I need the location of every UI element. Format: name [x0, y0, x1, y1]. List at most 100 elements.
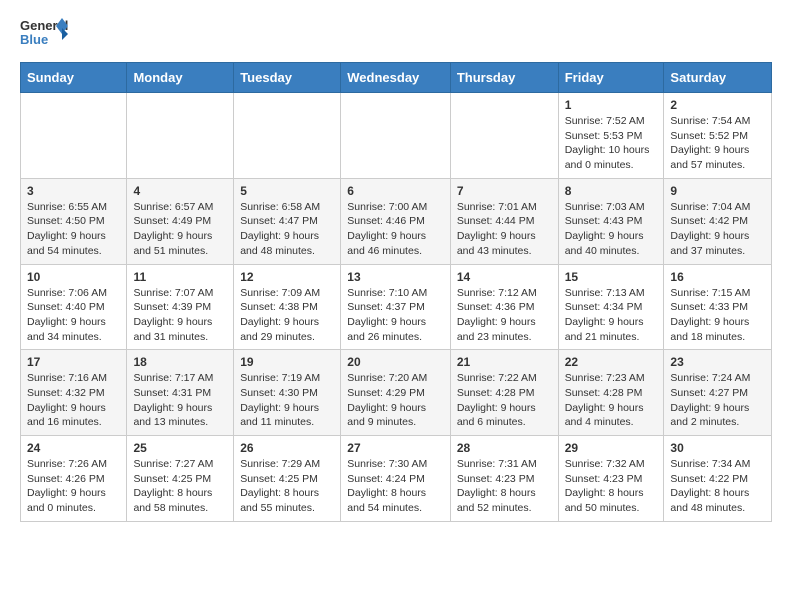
day-number: 30 — [670, 441, 765, 455]
day-number: 18 — [133, 355, 227, 369]
day-info: Sunrise: 7:00 AM Sunset: 4:46 PM Dayligh… — [347, 200, 444, 259]
day-info: Sunrise: 7:23 AM Sunset: 4:28 PM Dayligh… — [565, 371, 658, 430]
day-cell: 15Sunrise: 7:13 AM Sunset: 4:34 PM Dayli… — [558, 264, 664, 350]
day-cell: 22 Sunrise: 7:23 AM Sunset: 4:28 PM Dayli… — [558, 350, 664, 436]
day-number: 8 — [565, 184, 658, 198]
day-cell: 3 Sunrise: 6:55 AM Sunset: 4:50 PM Daylig… — [21, 178, 127, 264]
logo: General Blue — [20, 16, 68, 52]
day-info: Sunrise: 7:16 AM Sunset: 4:32 PM Dayligh… — [27, 371, 120, 430]
day-cell — [450, 93, 558, 179]
day-info: Sunrise: 7:03 AM Sunset: 4:43 PM Dayligh… — [565, 200, 658, 259]
day-info: Sunrise: 7:15 AM Sunset: 4:33 PM Dayligh… — [670, 286, 765, 345]
day-cell: 7 Sunrise: 7:01 AM Sunset: 4:44 PM Daylig… — [450, 178, 558, 264]
day-cell — [341, 93, 451, 179]
day-cell: 16 Sunrise: 7:15 AM Sunset: 4:33 PM Dayli… — [664, 264, 772, 350]
week-row-2: 3 Sunrise: 6:55 AM Sunset: 4:50 PM Daylig… — [21, 178, 772, 264]
weekday-header-row: SundayMondayTuesdayWednesdayThursdayFrid… — [21, 63, 772, 93]
day-info: Sunrise: 7:32 AM Sunset: 4:23 PM Dayligh… — [565, 457, 658, 516]
day-info: Sunrise: 7:30 AM Sunset: 4:24 PM Dayligh… — [347, 457, 444, 516]
day-number: 1 — [565, 98, 658, 112]
day-cell: 29 Sunrise: 7:32 AM Sunset: 4:23 PM Dayli… — [558, 436, 664, 522]
day-number: 17 — [27, 355, 120, 369]
day-cell: 30Sunrise: 7:34 AM Sunset: 4:22 PM Dayli… — [664, 436, 772, 522]
day-info: Sunrise: 7:01 AM Sunset: 4:44 PM Dayligh… — [457, 200, 552, 259]
day-number: 29 — [565, 441, 658, 455]
day-info: Sunrise: 7:17 AM Sunset: 4:31 PM Dayligh… — [133, 371, 227, 430]
day-cell: 18 Sunrise: 7:17 AM Sunset: 4:31 PM Dayli… — [127, 350, 234, 436]
day-number: 23 — [670, 355, 765, 369]
day-number: 3 — [27, 184, 120, 198]
day-cell — [234, 93, 341, 179]
day-info: Sunrise: 7:12 AM Sunset: 4:36 PM Dayligh… — [457, 286, 552, 345]
weekday-header-thursday: Thursday — [450, 63, 558, 93]
day-info: Sunrise: 7:20 AM Sunset: 4:29 PM Dayligh… — [347, 371, 444, 430]
weekday-header-friday: Friday — [558, 63, 664, 93]
weekday-header-tuesday: Tuesday — [234, 63, 341, 93]
day-cell: 6 Sunrise: 7:00 AM Sunset: 4:46 PM Daylig… — [341, 178, 451, 264]
day-info: Sunrise: 7:24 AM Sunset: 4:27 PM Dayligh… — [670, 371, 765, 430]
day-info: Sunrise: 7:19 AM Sunset: 4:30 PM Dayligh… — [240, 371, 334, 430]
day-number: 7 — [457, 184, 552, 198]
day-number: 22 — [565, 355, 658, 369]
logo-icon: General Blue — [20, 16, 68, 52]
week-row-1: 1Sunrise: 7:52 AM Sunset: 5:53 PM Daylig… — [21, 93, 772, 179]
week-row-3: 10 Sunrise: 7:06 AM Sunset: 4:40 PM Dayli… — [21, 264, 772, 350]
day-info: Sunrise: 7:22 AM Sunset: 4:28 PM Dayligh… — [457, 371, 552, 430]
day-number: 4 — [133, 184, 227, 198]
day-number: 20 — [347, 355, 444, 369]
day-info: Sunrise: 6:55 AM Sunset: 4:50 PM Dayligh… — [27, 200, 120, 259]
day-cell: 24 Sunrise: 7:26 AM Sunset: 4:26 PM Dayli… — [21, 436, 127, 522]
day-cell: 20 Sunrise: 7:20 AM Sunset: 4:29 PM Dayli… — [341, 350, 451, 436]
day-cell: 1Sunrise: 7:52 AM Sunset: 5:53 PM Daylig… — [558, 93, 664, 179]
day-info: Sunrise: 6:57 AM Sunset: 4:49 PM Dayligh… — [133, 200, 227, 259]
day-info: Sunrise: 7:27 AM Sunset: 4:25 PM Dayligh… — [133, 457, 227, 516]
svg-text:Blue: Blue — [20, 32, 48, 47]
day-number: 27 — [347, 441, 444, 455]
day-cell: 2 Sunrise: 7:54 AM Sunset: 5:52 PM Daylig… — [664, 93, 772, 179]
day-info: Sunrise: 7:31 AM Sunset: 4:23 PM Dayligh… — [457, 457, 552, 516]
day-info: Sunrise: 7:26 AM Sunset: 4:26 PM Dayligh… — [27, 457, 120, 516]
day-number: 24 — [27, 441, 120, 455]
day-info: Sunrise: 7:10 AM Sunset: 4:37 PM Dayligh… — [347, 286, 444, 345]
day-number: 19 — [240, 355, 334, 369]
day-cell: 21 Sunrise: 7:22 AM Sunset: 4:28 PM Dayli… — [450, 350, 558, 436]
day-number: 14 — [457, 270, 552, 284]
day-number: 5 — [240, 184, 334, 198]
day-number: 6 — [347, 184, 444, 198]
day-cell — [21, 93, 127, 179]
day-info: Sunrise: 7:06 AM Sunset: 4:40 PM Dayligh… — [27, 286, 120, 345]
day-info: Sunrise: 7:29 AM Sunset: 4:25 PM Dayligh… — [240, 457, 334, 516]
weekday-header-wednesday: Wednesday — [341, 63, 451, 93]
day-number: 13 — [347, 270, 444, 284]
day-info: Sunrise: 6:58 AM Sunset: 4:47 PM Dayligh… — [240, 200, 334, 259]
day-number: 21 — [457, 355, 552, 369]
day-cell: 13 Sunrise: 7:10 AM Sunset: 4:37 PM Dayli… — [341, 264, 451, 350]
day-number: 10 — [27, 270, 120, 284]
week-row-4: 17 Sunrise: 7:16 AM Sunset: 4:32 PM Dayli… — [21, 350, 772, 436]
day-cell: 9Sunrise: 7:04 AM Sunset: 4:42 PM Daylig… — [664, 178, 772, 264]
day-number: 15 — [565, 270, 658, 284]
day-info: Sunrise: 7:09 AM Sunset: 4:38 PM Dayligh… — [240, 286, 334, 345]
day-number: 26 — [240, 441, 334, 455]
day-number: 11 — [133, 270, 227, 284]
day-cell: 14 Sunrise: 7:12 AM Sunset: 4:36 PM Dayli… — [450, 264, 558, 350]
weekday-header-saturday: Saturday — [664, 63, 772, 93]
day-number: 12 — [240, 270, 334, 284]
day-cell: 26 Sunrise: 7:29 AM Sunset: 4:25 PM Dayli… — [234, 436, 341, 522]
day-cell: 28 Sunrise: 7:31 AM Sunset: 4:23 PM Dayli… — [450, 436, 558, 522]
day-info: Sunrise: 7:07 AM Sunset: 4:39 PM Dayligh… — [133, 286, 227, 345]
day-number: 16 — [670, 270, 765, 284]
day-number: 28 — [457, 441, 552, 455]
day-cell — [127, 93, 234, 179]
day-number: 2 — [670, 98, 765, 112]
day-cell: 11 Sunrise: 7:07 AM Sunset: 4:39 PM Dayli… — [127, 264, 234, 350]
day-cell: 23 Sunrise: 7:24 AM Sunset: 4:27 PM Dayli… — [664, 350, 772, 436]
weekday-header-sunday: Sunday — [21, 63, 127, 93]
day-cell: 17 Sunrise: 7:16 AM Sunset: 4:32 PM Dayli… — [21, 350, 127, 436]
day-info: Sunrise: 7:04 AM Sunset: 4:42 PM Dayligh… — [670, 200, 765, 259]
day-cell: 5 Sunrise: 6:58 AM Sunset: 4:47 PM Daylig… — [234, 178, 341, 264]
day-info: Sunrise: 7:54 AM Sunset: 5:52 PM Dayligh… — [670, 114, 765, 173]
day-cell: 19 Sunrise: 7:19 AM Sunset: 4:30 PM Dayli… — [234, 350, 341, 436]
day-cell: 12 Sunrise: 7:09 AM Sunset: 4:38 PM Dayli… — [234, 264, 341, 350]
header: General Blue — [20, 16, 772, 52]
